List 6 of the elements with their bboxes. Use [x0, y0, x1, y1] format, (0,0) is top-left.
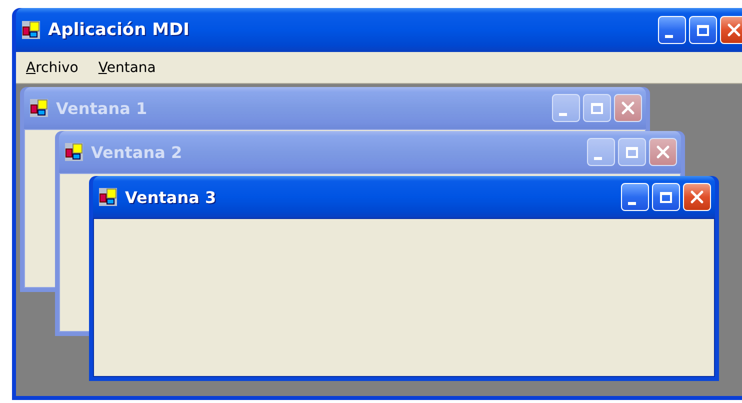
child-window-title: Ventana 1 [56, 98, 148, 118]
child-window-title: Ventana 3 [125, 188, 218, 206]
menu-item[interactable]: Archivo [26, 60, 78, 76]
window-title: Aplicación MDI [48, 20, 190, 40]
menu-item[interactable]: Ventana [98, 60, 156, 76]
child-window-title: Ventana 2 [91, 142, 184, 162]
